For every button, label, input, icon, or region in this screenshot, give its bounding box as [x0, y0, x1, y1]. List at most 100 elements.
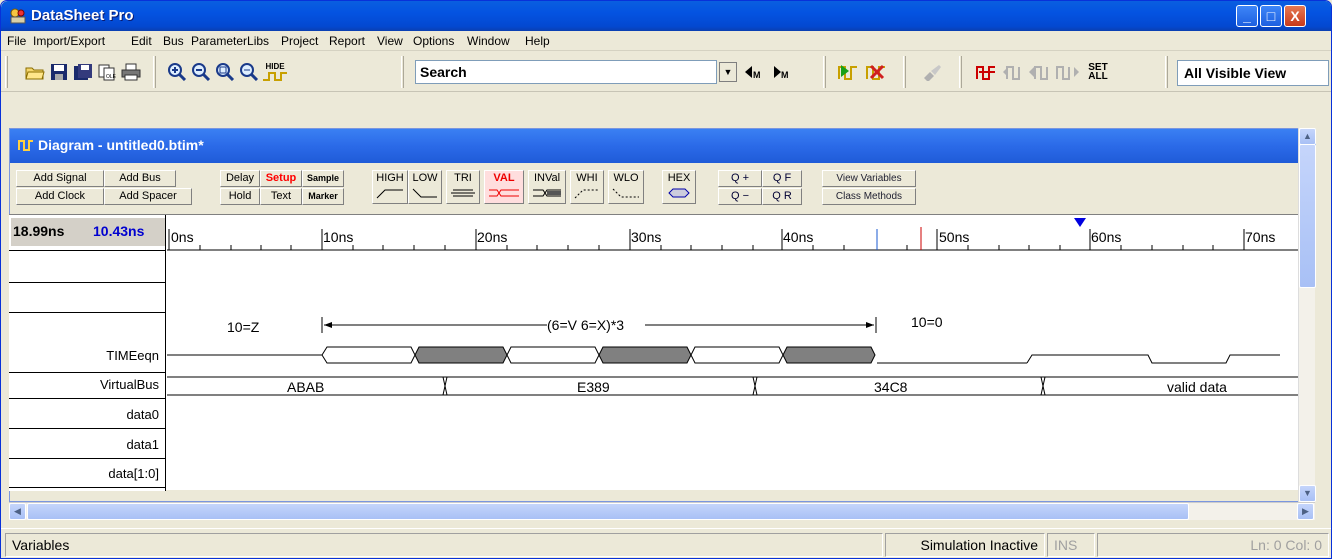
add-spacer-button[interactable]: Add Spacer — [104, 188, 192, 205]
zoom-full-button[interactable]: Q F — [762, 170, 802, 187]
hide-signals-button[interactable]: HIDE — [261, 63, 289, 81]
menu-bus[interactable]: Bus — [163, 34, 184, 48]
plugin-icon[interactable] — [921, 63, 943, 81]
set-all-button[interactable]: SET ALL — [1085, 63, 1111, 82]
zoom-out-button[interactable]: Q − — [718, 188, 762, 205]
search-next-icon[interactable]: M — [769, 63, 793, 81]
next-marker-icon[interactable] — [1055, 63, 1081, 81]
val-button[interactable]: VAL — [484, 170, 524, 204]
wlo-button[interactable]: WLO — [608, 170, 644, 204]
signal-name-timeeqn[interactable]: TIMEeqn — [106, 348, 159, 363]
add-signal-button[interactable]: Add Signal — [16, 170, 104, 187]
menu-report[interactable]: Report — [329, 34, 365, 48]
timeeqn-waveform[interactable] — [167, 346, 1280, 364]
search-dropdown-button[interactable]: ▼ — [719, 62, 737, 82]
ole-copy-icon[interactable]: OLE — [97, 63, 117, 81]
cursor1-time[interactable]: 18.99ns — [11, 218, 91, 246]
add-marker-icon[interactable] — [975, 63, 999, 81]
menu-file[interactable]: File — [7, 34, 26, 48]
maximize-button[interactable]: □ — [1260, 5, 1282, 27]
time-ruler[interactable]: 0ns 10ns 20ns 30ns 40ns 50ns 60ns 70ns — [168, 229, 1275, 250]
minimize-button[interactable]: _ — [1236, 5, 1258, 27]
zoom-in-icon[interactable] — [167, 63, 187, 81]
low-button[interactable]: LOW — [408, 170, 442, 204]
view-select[interactable]: All Visible View — [1177, 60, 1329, 86]
add-clock-button[interactable]: Add Clock — [16, 188, 104, 205]
menu-view[interactable]: View — [377, 34, 403, 48]
class-methods-button[interactable]: Class Methods — [822, 188, 916, 205]
whi-button[interactable]: WHI — [570, 170, 604, 204]
toolbar-grip-3[interactable] — [401, 56, 404, 88]
menu-project[interactable]: Project — [281, 34, 318, 48]
view-variables-button[interactable]: View Variables — [822, 170, 916, 187]
virtualbus-waveform[interactable] — [167, 376, 1301, 396]
tri-button[interactable]: TRI — [446, 170, 480, 204]
cursor2-time[interactable]: 10.43ns — [91, 218, 165, 246]
search-prev-icon[interactable]: M — [743, 63, 767, 81]
dimension-arrow[interactable]: (6=V 6=X)*3 — [321, 317, 877, 333]
first-marker-icon[interactable] — [1001, 63, 1025, 81]
print-icon[interactable] — [121, 63, 141, 81]
timing-diagram[interactable]: 18.99ns 10.43ns TIMEeqn VirtualBus data0… — [9, 214, 1301, 491]
whi-label: WHI — [576, 172, 598, 184]
hold-button[interactable]: Hold — [220, 188, 260, 205]
waveform-canvas[interactable]: 0ns 10ns 20ns 30ns 40ns 50ns 60ns 70ns 1… — [167, 215, 1301, 491]
blue-marker-icon[interactable] — [1074, 218, 1086, 227]
menu-window[interactable]: Window — [467, 34, 510, 48]
zoom-out-icon[interactable] — [191, 63, 211, 81]
toolbar-grip-5[interactable] — [903, 56, 906, 88]
scroll-right-button[interactable]: ▶ — [1297, 503, 1314, 520]
stop-simulate-icon[interactable] — [865, 63, 891, 81]
row-divider — [9, 428, 166, 429]
diagram-title-bar[interactable]: Diagram - untitled0.btim* — [10, 129, 1316, 163]
maximize-icon: □ — [1266, 8, 1276, 24]
menu-help[interactable]: Help — [525, 34, 550, 48]
high-button[interactable]: HIGH — [372, 170, 408, 204]
scroll-up-button[interactable]: ▲ — [1299, 128, 1316, 145]
annotation-right[interactable]: 10=0 — [911, 314, 943, 330]
prev-marker-icon[interactable] — [1027, 63, 1053, 81]
marker-button[interactable]: Marker — [302, 188, 344, 205]
signal-name-virtualbus[interactable]: VirtualBus — [100, 377, 159, 392]
vertical-scrollbar[interactable]: ▲ ▼ — [1298, 128, 1316, 502]
zoom-range-icon[interactable] — [239, 63, 259, 81]
inval-button[interactable]: INVal — [528, 170, 566, 204]
toolbar-grip-6[interactable] — [959, 56, 962, 88]
scroll-down-button[interactable]: ▼ — [1299, 485, 1316, 502]
tick-label: 0ns — [171, 229, 194, 245]
title-bar[interactable]: DataSheet Pro _ □ X — [1, 1, 1331, 31]
chevron-left-icon: ◀ — [14, 506, 21, 516]
toolbar-grip[interactable] — [5, 56, 8, 88]
save-all-icon[interactable] — [73, 63, 93, 81]
menu-options[interactable]: Options — [413, 34, 454, 48]
menu-edit[interactable]: Edit — [131, 34, 152, 48]
delay-button[interactable]: Delay — [220, 170, 260, 187]
menu-parameterlibs[interactable]: ParameterLibs — [191, 34, 269, 48]
sample-button[interactable]: Sample — [302, 170, 344, 187]
vertical-scroll-thumb[interactable] — [1299, 144, 1316, 288]
close-button[interactable]: X — [1284, 5, 1306, 27]
horizontal-scroll-thumb[interactable] — [27, 503, 1189, 520]
signal-name-data1[interactable]: data1 — [126, 437, 159, 452]
horizontal-scrollbar[interactable]: ◀ ▶ — [9, 502, 1315, 520]
add-bus-button[interactable]: Add Bus — [104, 170, 176, 187]
search-input[interactable]: Search — [415, 60, 717, 84]
menu-import-export[interactable]: Import/Export — [33, 34, 105, 48]
toolbar-grip-7[interactable] — [1165, 56, 1168, 88]
diagram-icon — [18, 140, 33, 151]
scroll-left-button[interactable]: ◀ — [9, 503, 26, 520]
simulate-icon[interactable] — [837, 63, 863, 81]
hex-button[interactable]: HEX — [662, 170, 696, 204]
open-folder-icon[interactable] — [25, 63, 45, 81]
text-button[interactable]: Text — [260, 188, 302, 205]
signal-name-data0[interactable]: data0 — [126, 407, 159, 422]
setup-button[interactable]: Setup — [260, 170, 302, 187]
toolbar-grip-2[interactable] — [153, 56, 156, 88]
toolbar-grip-4[interactable] — [823, 56, 826, 88]
zoom-range-button[interactable]: Q R — [762, 188, 802, 205]
zoom-fit-icon[interactable] — [215, 63, 235, 81]
save-icon[interactable] — [49, 63, 69, 81]
zoom-in-button[interactable]: Q + — [718, 170, 762, 187]
annotation-left[interactable]: 10=Z — [227, 319, 260, 335]
signal-name-data-bus[interactable]: data[1:0] — [108, 466, 159, 481]
